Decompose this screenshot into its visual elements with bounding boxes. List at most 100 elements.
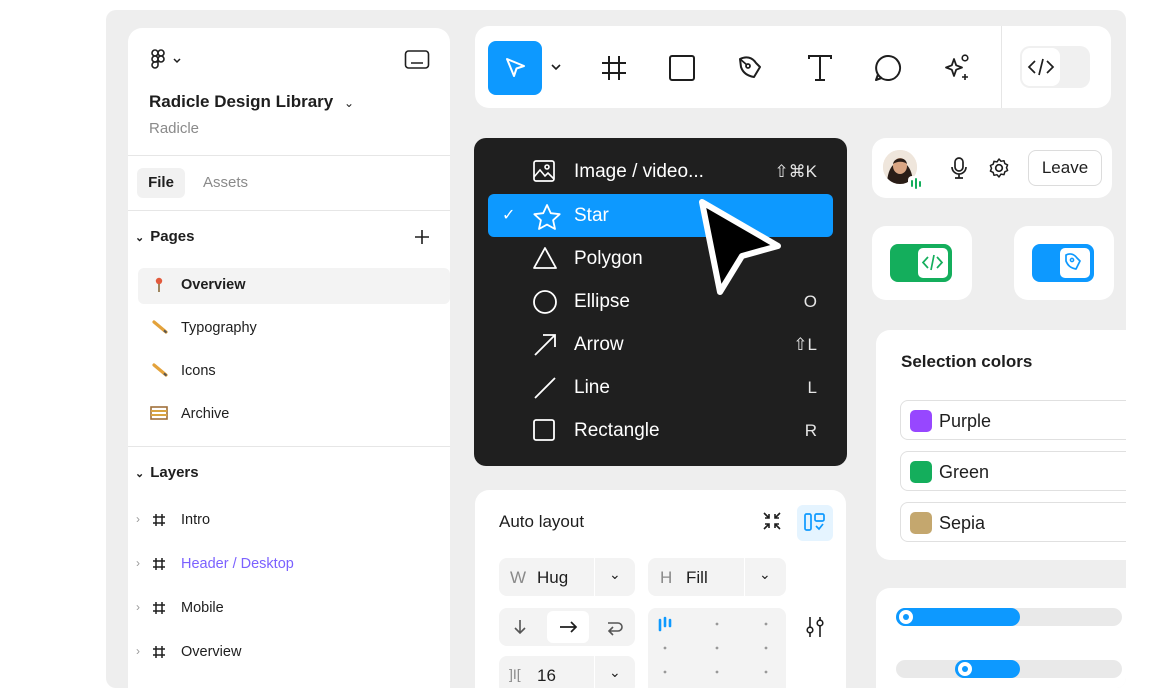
- menu-item-arrow[interactable]: Arrow ⇧L: [474, 323, 847, 366]
- frame-icon: [152, 645, 166, 659]
- color-swatch[interactable]: [910, 461, 932, 483]
- figma-logo-icon[interactable]: [150, 48, 186, 72]
- color-swatch[interactable]: [910, 410, 932, 432]
- chevron-down-icon: ⌄: [135, 232, 145, 244]
- chevron-right-icon: ›: [136, 512, 140, 526]
- menu-item-label: Star: [574, 205, 609, 226]
- menu-item-label: Line: [574, 377, 610, 398]
- cursor-pointer-icon: [692, 196, 792, 306]
- menu-item-label: Polygon: [574, 248, 643, 269]
- layer-label: Mobile: [181, 600, 224, 616]
- chevron-right-icon: ›: [136, 600, 140, 614]
- arrow-right-icon[interactable]: [547, 611, 589, 643]
- selection-colors-panel: Selection colors Purple Green Sepia: [876, 330, 1126, 560]
- page-label: Overview: [181, 277, 246, 293]
- color-swatch[interactable]: [910, 512, 932, 534]
- menu-item-shortcut: ⇧L: [793, 335, 817, 354]
- toolbar-divider: [1001, 26, 1002, 108]
- dev-mode-toggle-card: [872, 226, 972, 300]
- menu-item-shortcut: ⇧⌘K: [774, 162, 817, 181]
- code-icon: [1022, 48, 1060, 86]
- code-icon: [917, 247, 949, 279]
- dev-mode-toggle[interactable]: [1020, 46, 1090, 88]
- menu-item-label: Image / video...: [574, 161, 704, 182]
- design-mode-toggle-on[interactable]: [1032, 244, 1094, 282]
- file-title-row[interactable]: Radicle Design Library ⌄: [149, 92, 354, 112]
- gap-field[interactable]: ]I[ 16 ⌄: [499, 656, 635, 688]
- pages-label: Pages: [150, 228, 195, 245]
- menu-item-shortcut: L: [807, 378, 817, 397]
- chevron-right-icon: ›: [136, 644, 140, 658]
- file-title: Radicle Design Library: [149, 92, 334, 111]
- page-label: Archive: [181, 406, 230, 422]
- pen-tool-icon: [1059, 247, 1091, 279]
- abacus-icon: [150, 406, 168, 420]
- pin-icon: [154, 277, 164, 293]
- gear-icon[interactable]: [988, 157, 1010, 179]
- dev-mode-toggle-on[interactable]: [890, 244, 952, 282]
- gap-icon: ]I[: [509, 666, 521, 682]
- arrow-down-icon[interactable]: [509, 616, 531, 638]
- chevron-down-icon: ⌄: [759, 566, 771, 582]
- chevron-down-icon: ⌄: [343, 96, 355, 110]
- speaking-indicator-icon: [908, 176, 924, 190]
- triangle-icon: [532, 246, 558, 270]
- slider-handle[interactable]: [897, 608, 915, 626]
- pages-header[interactable]: ⌄ Pages: [135, 228, 194, 245]
- width-field[interactable]: W Hug ⌄: [499, 558, 635, 596]
- menu-item-image-video[interactable]: Image / video... ⇧⌘K: [474, 150, 847, 193]
- menu-item-shortcut: O: [803, 292, 817, 311]
- team-name: Radicle: [149, 120, 200, 137]
- chevron-right-icon: ›: [136, 556, 140, 570]
- sliders-panel: [876, 588, 1126, 688]
- sliders-settings-icon[interactable]: [804, 615, 826, 639]
- color-field-sepia[interactable]: Sepia: [900, 502, 1126, 542]
- slider-handle[interactable]: [955, 660, 974, 678]
- pencil-icon: [152, 363, 168, 377]
- tab-file[interactable]: File: [137, 168, 185, 198]
- rectangle-tool-icon[interactable]: [655, 41, 709, 95]
- wrap-icon[interactable]: [603, 616, 625, 638]
- layer-label: Overview: [181, 644, 242, 660]
- comment-tool-icon[interactable]: [861, 41, 915, 95]
- line-icon: [532, 375, 558, 401]
- actions-tool-icon[interactable]: [930, 41, 984, 95]
- menu-item-line[interactable]: Line L: [474, 366, 847, 409]
- left-panel: Radicle Design Library ⌄ Radicle File As…: [128, 28, 450, 688]
- tab-assets[interactable]: Assets: [203, 168, 248, 198]
- height-field[interactable]: H Fill ⌄: [648, 558, 786, 596]
- width-value: Hug: [537, 568, 569, 587]
- layout-settings-icon[interactable]: [797, 505, 833, 541]
- color-field-purple[interactable]: Purple: [900, 400, 1126, 440]
- leave-button[interactable]: Leave: [1028, 150, 1102, 186]
- microphone-icon[interactable]: [949, 156, 969, 180]
- panel-toggle-icon[interactable]: [404, 49, 430, 71]
- frame-icon: [152, 513, 166, 527]
- color-field-green[interactable]: Green: [900, 451, 1126, 491]
- alignment-grid[interactable]: [648, 608, 786, 688]
- menu-item-shortcut: R: [804, 421, 817, 440]
- selection-colors-title: Selection colors: [901, 352, 1033, 371]
- collaboration-bar: Leave: [872, 138, 1112, 198]
- menu-item-rectangle[interactable]: Rectangle R: [474, 409, 847, 452]
- text-tool-icon[interactable]: [793, 41, 847, 95]
- arrow-icon: [532, 332, 558, 358]
- layer-label: Header / Desktop: [181, 556, 294, 572]
- menu-item-label: Arrow: [574, 334, 624, 355]
- star-icon: [532, 203, 562, 231]
- collapse-icon[interactable]: [761, 510, 783, 532]
- frame-tool-icon[interactable]: [587, 41, 641, 95]
- frame-icon: [152, 557, 166, 571]
- width-prefix: W: [510, 568, 527, 587]
- pen-tool-icon[interactable]: [724, 41, 778, 95]
- chevron-down-icon[interactable]: [550, 62, 562, 72]
- page-label: Icons: [181, 363, 216, 379]
- chevron-down-icon: ⌄: [135, 468, 145, 480]
- page-label: Typography: [181, 320, 257, 336]
- height-value: Fill: [686, 568, 708, 587]
- add-page-plus-icon[interactable]: [412, 227, 432, 247]
- move-tool-icon[interactable]: [488, 41, 542, 95]
- color-name: Green: [939, 462, 990, 482]
- chevron-down-icon: ⌄: [609, 664, 621, 680]
- layers-header[interactable]: ⌄ Layers: [135, 464, 199, 481]
